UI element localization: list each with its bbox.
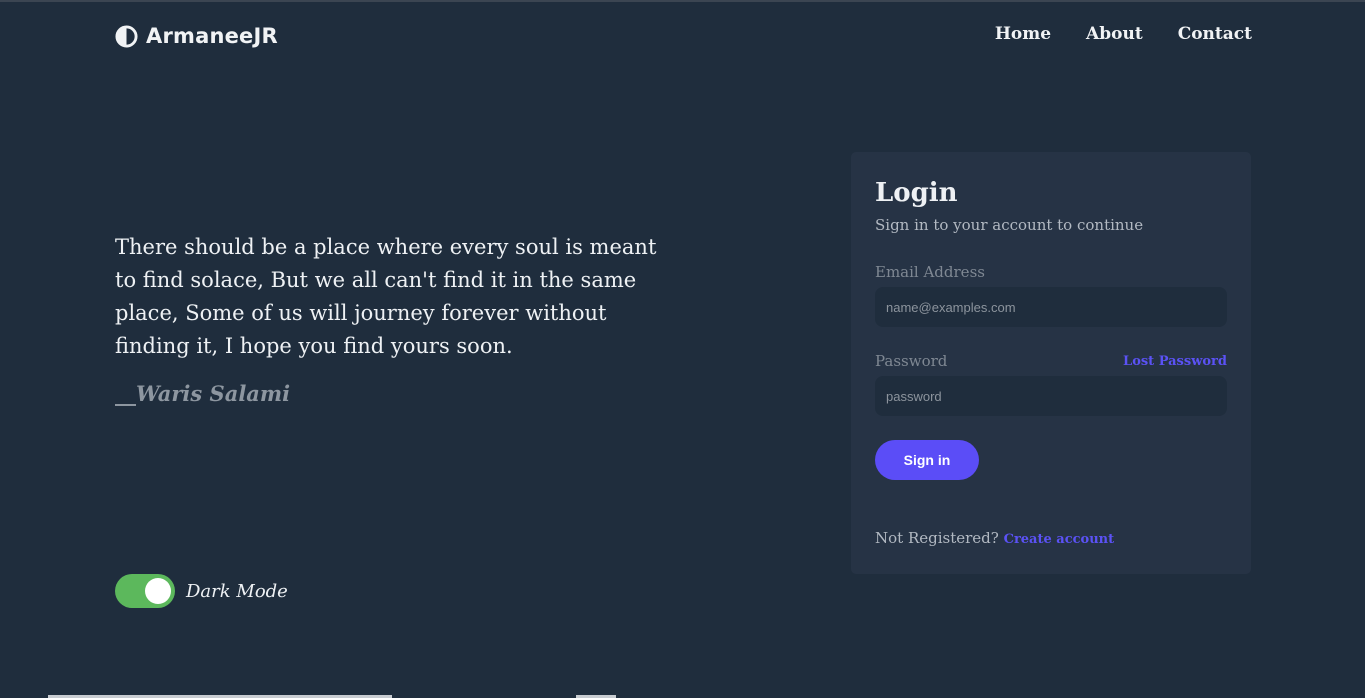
nav-home-link[interactable]: Home (995, 24, 1051, 44)
sign-in-button[interactable]: Sign in (875, 440, 979, 480)
not-registered-text: Not Registered? (875, 529, 1004, 547)
nav-about-link[interactable]: About (1086, 24, 1143, 44)
brand-logo[interactable]: ArmaneeJR (115, 24, 278, 48)
email-field[interactable] (875, 287, 1227, 327)
nav-contact-link[interactable]: Contact (1178, 24, 1252, 44)
brand-name: ArmaneeJR (146, 24, 278, 48)
login-title: Login (875, 178, 958, 208)
toggle-knob (145, 578, 171, 604)
email-label: Email Address (875, 263, 985, 281)
password-label: Password (875, 352, 948, 370)
login-card: Login Sign in to your account to continu… (851, 152, 1251, 574)
window-top-border (0, 0, 1365, 2)
register-prompt: Not Registered? Create account (875, 529, 1114, 547)
dark-mode-control: Dark Mode (115, 574, 288, 608)
half-circle-logo-icon (115, 24, 138, 48)
quote-author: __Waris Salami (115, 381, 291, 406)
hero-quote: There should be a place where every soul… (115, 235, 657, 358)
dark-mode-toggle[interactable] (115, 574, 175, 608)
create-account-link[interactable]: Create account (1004, 532, 1115, 547)
main-nav: Home About Contact (995, 24, 1252, 44)
lost-password-link[interactable]: Lost Password (1123, 354, 1227, 369)
password-field[interactable] (875, 376, 1227, 416)
login-subtitle: Sign in to your account to continue (875, 216, 1144, 234)
dark-mode-label: Dark Mode (186, 580, 288, 602)
